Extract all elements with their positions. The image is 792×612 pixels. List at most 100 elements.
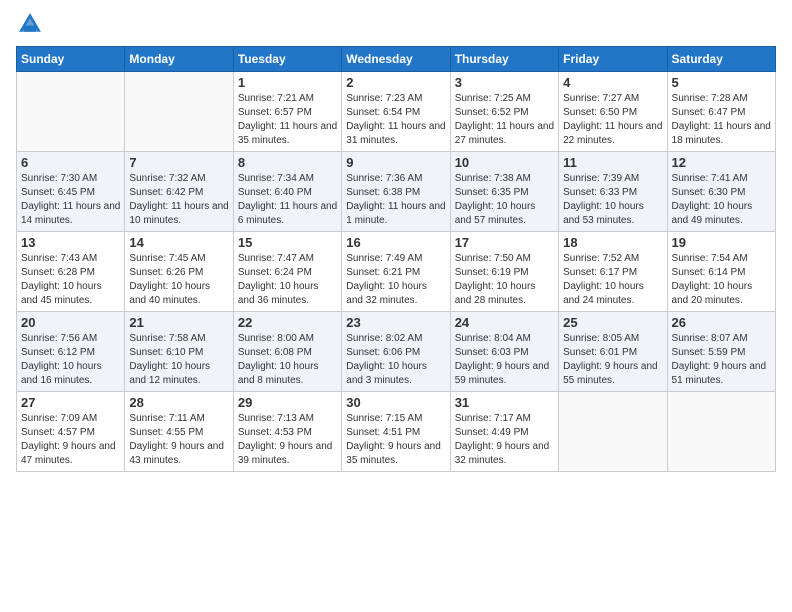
day-info: Sunrise: 7:15 AM Sunset: 4:51 PM Dayligh…: [346, 412, 445, 468]
weekday-header-saturday: Saturday: [667, 47, 775, 72]
calendar-week-3: 13 Sunrise: 7:43 AM Sunset: 6:28 PM Dayli…: [17, 232, 776, 312]
day-number: 14: [129, 235, 228, 250]
calendar-cell: 26Sunrise: 8:07 AM Sunset: 5:59 PM Dayli…: [667, 312, 775, 392]
day-info: Sunrise: 7:09 AM Sunset: 4:57 PM Dayligh…: [21, 412, 120, 468]
calendar-week-1: 1Sunrise: 7:21 AM Sunset: 6:57 PM Daylig…: [17, 72, 776, 152]
day-number: 15: [238, 235, 337, 250]
day-info: Sunrise: 7:45 AM Sunset: 6:26 PM Dayligh…: [129, 252, 228, 308]
day-number: 31: [455, 395, 554, 410]
day-number: 27: [21, 395, 120, 410]
calendar-cell: 2 Sunrise: 7:23 AM Sunset: 6:54 PM Daylig…: [342, 72, 450, 152]
day-number: 7: [129, 155, 228, 170]
weekday-header-wednesday: Wednesday: [342, 47, 450, 72]
calendar-cell: 24 Sunrise: 8:04 AM Sunset: 6:03 PM Dayli…: [450, 312, 558, 392]
day-info: Sunrise: 7:47 AM Sunset: 6:24 PM Dayligh…: [238, 252, 337, 308]
day-number: 29: [238, 395, 337, 410]
calendar-week-4: 20 Sunrise: 7:56 AM Sunset: 6:12 PM Dayli…: [17, 312, 776, 392]
calendar-cell: 18 Sunrise: 7:52 AM Sunset: 6:17 PM Dayli…: [559, 232, 667, 312]
calendar-cell: 28 Sunrise: 7:11 AM Sunset: 4:55 PM Dayli…: [125, 392, 233, 472]
header: [16, 10, 776, 38]
day-number: 4: [563, 75, 662, 90]
weekday-header-friday: Friday: [559, 47, 667, 72]
day-number: 16: [346, 235, 445, 250]
day-info: Sunrise: 8:02 AM Sunset: 6:06 PM Dayligh…: [346, 332, 445, 388]
day-info: Sunrise: 7:13 AM Sunset: 4:53 PM Dayligh…: [238, 412, 337, 468]
day-info: Sunrise: 7:23 AM Sunset: 6:54 PM Dayligh…: [346, 92, 445, 148]
logo-icon: [16, 10, 44, 38]
day-number: 23: [346, 315, 445, 330]
day-number: 8: [238, 155, 337, 170]
calendar-cell: 19 Sunrise: 7:54 AM Sunset: 6:14 PM Dayli…: [667, 232, 775, 312]
calendar-cell: 5 Sunrise: 7:28 AM Sunset: 6:47 PM Daylig…: [667, 72, 775, 152]
day-number: 13: [21, 235, 120, 250]
day-number: 17: [455, 235, 554, 250]
day-number: 28: [129, 395, 228, 410]
day-number: 22: [238, 315, 337, 330]
calendar-cell: 6 Sunrise: 7:30 AM Sunset: 6:45 PM Daylig…: [17, 152, 125, 232]
day-info: Sunrise: 7:36 AM Sunset: 6:38 PM Dayligh…: [346, 172, 445, 228]
logo: [16, 10, 48, 38]
calendar-cell: 12 Sunrise: 7:41 AM Sunset: 6:30 PM Dayli…: [667, 152, 775, 232]
day-info: Sunrise: 7:49 AM Sunset: 6:21 PM Dayligh…: [346, 252, 445, 308]
day-number: 30: [346, 395, 445, 410]
weekday-header-tuesday: Tuesday: [233, 47, 341, 72]
page: SundayMondayTuesdayWednesdayThursdayFrid…: [0, 0, 792, 612]
calendar-cell: 1Sunrise: 7:21 AM Sunset: 6:57 PM Daylig…: [233, 72, 341, 152]
day-number: 18: [563, 235, 662, 250]
day-number: 10: [455, 155, 554, 170]
day-number: 11: [563, 155, 662, 170]
day-info: Sunrise: 7:43 AM Sunset: 6:28 PM Dayligh…: [21, 252, 120, 308]
calendar-cell: 30 Sunrise: 7:15 AM Sunset: 4:51 PM Dayli…: [342, 392, 450, 472]
calendar-cell: 8Sunrise: 7:34 AM Sunset: 6:40 PM Daylig…: [233, 152, 341, 232]
weekday-header-sunday: Sunday: [17, 47, 125, 72]
calendar-cell: 21 Sunrise: 7:58 AM Sunset: 6:10 PM Dayli…: [125, 312, 233, 392]
calendar-week-2: 6 Sunrise: 7:30 AM Sunset: 6:45 PM Daylig…: [17, 152, 776, 232]
day-info: Sunrise: 7:41 AM Sunset: 6:30 PM Dayligh…: [672, 172, 771, 228]
day-number: 5: [672, 75, 771, 90]
day-info: Sunrise: 7:54 AM Sunset: 6:14 PM Dayligh…: [672, 252, 771, 308]
day-info: Sunrise: 7:11 AM Sunset: 4:55 PM Dayligh…: [129, 412, 228, 468]
calendar-cell: 13 Sunrise: 7:43 AM Sunset: 6:28 PM Dayli…: [17, 232, 125, 312]
day-number: 20: [21, 315, 120, 330]
calendar-cell: 31 Sunrise: 7:17 AM Sunset: 4:49 PM Dayli…: [450, 392, 558, 472]
calendar-cell: [17, 72, 125, 152]
day-info: Sunrise: 7:38 AM Sunset: 6:35 PM Dayligh…: [455, 172, 554, 228]
calendar-cell: 27 Sunrise: 7:09 AM Sunset: 4:57 PM Dayli…: [17, 392, 125, 472]
day-info: Sunrise: 8:00 AM Sunset: 6:08 PM Dayligh…: [238, 332, 337, 388]
calendar-cell: 11Sunrise: 7:39 AM Sunset: 6:33 PM Dayli…: [559, 152, 667, 232]
calendar-cell: 7 Sunrise: 7:32 AM Sunset: 6:42 PM Daylig…: [125, 152, 233, 232]
day-number: 6: [21, 155, 120, 170]
calendar-cell: [559, 392, 667, 472]
day-info: Sunrise: 7:56 AM Sunset: 6:12 PM Dayligh…: [21, 332, 120, 388]
calendar-cell: 4 Sunrise: 7:27 AM Sunset: 6:50 PM Daylig…: [559, 72, 667, 152]
day-info: Sunrise: 7:52 AM Sunset: 6:17 PM Dayligh…: [563, 252, 662, 308]
calendar-cell: 14 Sunrise: 7:45 AM Sunset: 6:26 PM Dayli…: [125, 232, 233, 312]
calendar-cell: [667, 392, 775, 472]
day-number: 2: [346, 75, 445, 90]
day-number: 1: [238, 75, 337, 90]
calendar-cell: 9Sunrise: 7:36 AM Sunset: 6:38 PM Daylig…: [342, 152, 450, 232]
calendar-cell: 22 Sunrise: 8:00 AM Sunset: 6:08 PM Dayli…: [233, 312, 341, 392]
day-info: Sunrise: 7:17 AM Sunset: 4:49 PM Dayligh…: [455, 412, 554, 468]
day-info: Sunrise: 7:30 AM Sunset: 6:45 PM Dayligh…: [21, 172, 120, 228]
day-info: Sunrise: 8:04 AM Sunset: 6:03 PM Dayligh…: [455, 332, 554, 388]
calendar-cell: 29 Sunrise: 7:13 AM Sunset: 4:53 PM Dayli…: [233, 392, 341, 472]
day-number: 19: [672, 235, 771, 250]
calendar-week-5: 27 Sunrise: 7:09 AM Sunset: 4:57 PM Dayli…: [17, 392, 776, 472]
day-number: 25: [563, 315, 662, 330]
weekday-header-monday: Monday: [125, 47, 233, 72]
calendar-cell: 15 Sunrise: 7:47 AM Sunset: 6:24 PM Dayli…: [233, 232, 341, 312]
calendar-cell: 20 Sunrise: 7:56 AM Sunset: 6:12 PM Dayli…: [17, 312, 125, 392]
day-info: Sunrise: 7:58 AM Sunset: 6:10 PM Dayligh…: [129, 332, 228, 388]
day-number: 21: [129, 315, 228, 330]
day-info: Sunrise: 7:32 AM Sunset: 6:42 PM Dayligh…: [129, 172, 228, 228]
day-info: Sunrise: 7:25 AM Sunset: 6:52 PM Dayligh…: [455, 92, 554, 148]
day-number: 12: [672, 155, 771, 170]
day-info: Sunrise: 7:27 AM Sunset: 6:50 PM Dayligh…: [563, 92, 662, 148]
day-number: 24: [455, 315, 554, 330]
weekday-header-thursday: Thursday: [450, 47, 558, 72]
calendar-table: SundayMondayTuesdayWednesdayThursdayFrid…: [16, 46, 776, 472]
calendar-cell: [125, 72, 233, 152]
calendar-cell: 17Sunrise: 7:50 AM Sunset: 6:19 PM Dayli…: [450, 232, 558, 312]
day-info: Sunrise: 7:28 AM Sunset: 6:47 PM Dayligh…: [672, 92, 771, 148]
